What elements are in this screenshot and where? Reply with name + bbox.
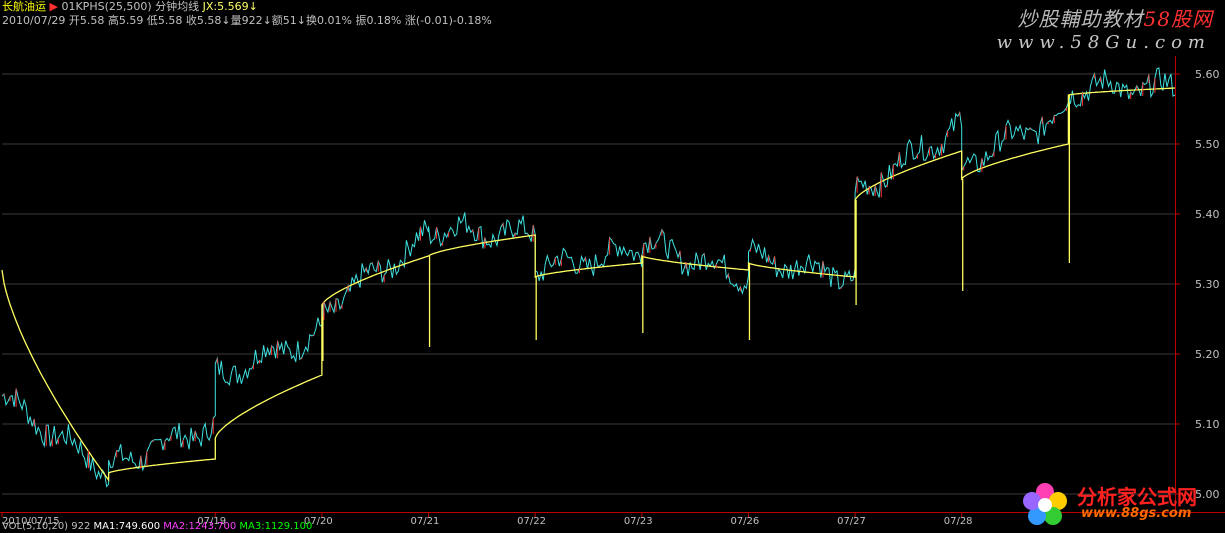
watermark-title-text: 炒股輔助教材: [1017, 7, 1144, 31]
x-tick-label: 07/27: [837, 516, 866, 527]
chart-header: 长航油运 ▶ 01KPHS(25,500) 分钟均线 JX:5.569↓: [2, 0, 258, 13]
quote-info-line: 2010/07/29 开5.58 高5.59 低5.58 收5.58↓量922↓…: [2, 14, 492, 27]
x-tick-label: 07/21: [411, 516, 440, 527]
x-tick-label: 07/22: [517, 516, 546, 527]
vol-ma1: MA1:749.600: [93, 521, 161, 532]
y-tick-label: 5.20: [1195, 348, 1220, 361]
jx-value: JX:5.569: [202, 0, 249, 13]
indicator-name: 01KPHS(25,500) 分钟均线: [61, 0, 200, 13]
y-tick-label: 5.60: [1195, 68, 1220, 81]
stock-menu-icon[interactable]: ▶: [50, 0, 58, 13]
down-arrow-icon: ↓: [248, 0, 258, 13]
x-tick-label: 07/23: [624, 516, 653, 527]
watermark-brand: 58股网: [1143, 7, 1213, 31]
stock-name[interactable]: 长航油运: [2, 0, 46, 13]
vol-label: VOL(5,10,20) 922: [2, 521, 91, 532]
vol-ma3: MA3:1129.100: [239, 521, 313, 532]
x-tick-label: 07/28: [944, 516, 973, 527]
y-tick-label: 5.10: [1195, 418, 1220, 431]
y-tick-label: 5.40: [1195, 208, 1220, 221]
logo-url-text: www.88gs.com: [1081, 506, 1192, 521]
y-tick-label: 5.30: [1195, 278, 1220, 291]
watermark-title: 炒股輔助教材58股网: [1018, 3, 1213, 32]
flower-logo-icon: [1023, 483, 1067, 525]
vol-ma2: MA2:1243.700: [163, 521, 237, 532]
y-tick-label: 5.50: [1195, 138, 1220, 151]
x-tick-label: 07/26: [730, 516, 759, 527]
logo-88gs: 分析家公式网 www.88gs.com: [1017, 479, 1217, 527]
watermark-url: www.58Gu.com: [996, 32, 1211, 53]
price-chart: 5.605.505.405.305.205.105.002010/07/15 07…: [0, 56, 1225, 527]
volume-indicator-bar: VOL(5,10,20) 922 MA1:749.600 MA2:1243.70…: [2, 521, 312, 533]
